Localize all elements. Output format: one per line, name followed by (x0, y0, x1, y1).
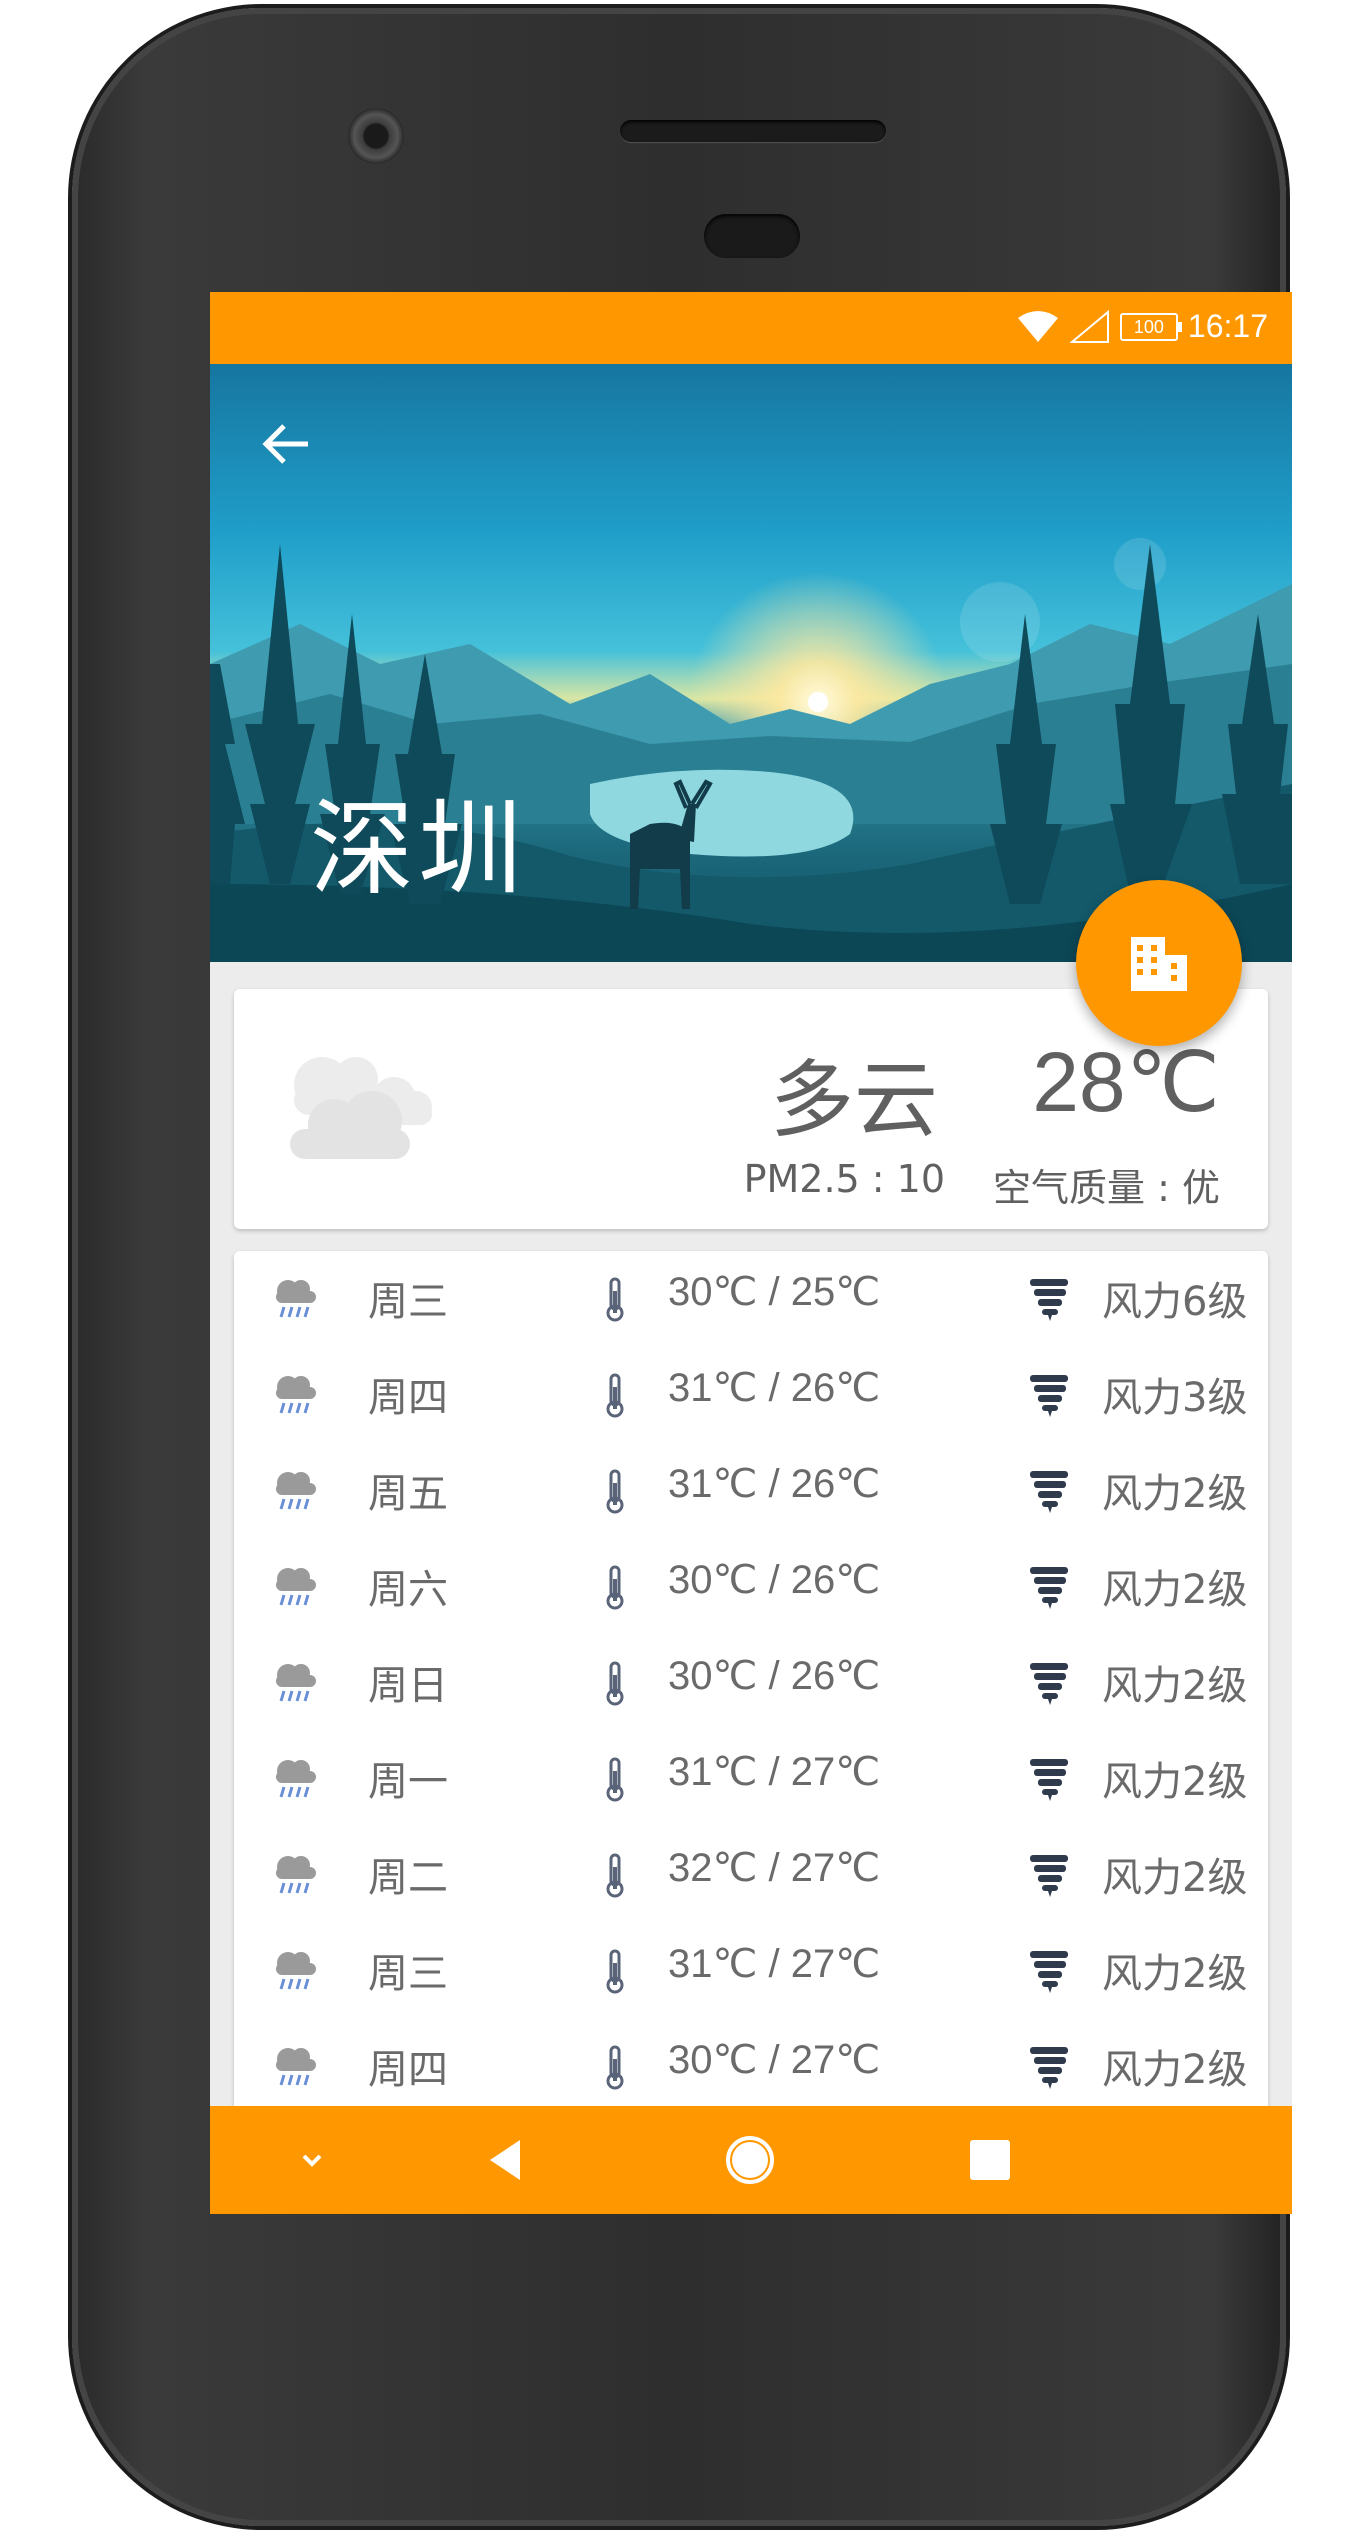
forecast-temp-range: 31℃ / 27℃ (668, 1750, 881, 1794)
thermometer-icon (600, 2043, 630, 2103)
tornado-icon (1024, 1945, 1074, 2005)
forecast-temp-range: 30℃ / 25℃ (668, 1270, 881, 1314)
forecast-wind: 风力2级 (1102, 1855, 1248, 1901)
forecast-wind: 风力2级 (1102, 2047, 1248, 2093)
proximity-sensor (704, 214, 800, 258)
navigation-bar (210, 2106, 1292, 2214)
forecast-day: 周五 (368, 1471, 448, 1517)
thermometer-icon (600, 1275, 630, 1335)
thermometer-icon (600, 1659, 630, 1719)
forecast-row: 周四 30℃ / 27℃ 风力2级 (234, 2019, 1268, 2115)
forecast-row: 周二 32℃ / 27℃ 风力2级 (234, 1827, 1268, 1923)
forecast-row: 周日 30℃ / 26℃ 风力2级 (234, 1635, 1268, 1731)
pm25-value: PM2.5 : 10 (743, 1157, 946, 1201)
recents-square-icon[interactable] (960, 2130, 1020, 2190)
forecast-day: 周二 (368, 1855, 448, 1901)
current-temperature: 28℃ (1032, 1035, 1220, 1129)
rain-cloud-icon (270, 1657, 320, 1717)
thermometer-icon (600, 1851, 630, 1911)
forecast-row: 周四 31℃ / 26℃ 风力3级 (234, 1347, 1268, 1443)
status-icons: 100 16:17 (1016, 308, 1268, 345)
earpiece-speaker (620, 120, 886, 142)
forecast-row: 周三 31℃ / 27℃ 风力2级 (234, 1923, 1268, 2019)
thermometer-icon (600, 1755, 630, 1815)
rain-cloud-icon (270, 1753, 320, 1813)
forecast-day: 周六 (368, 1567, 448, 1613)
forecast-row: 周六 30℃ / 26℃ 风力2级 (234, 1539, 1268, 1635)
thermometer-icon (600, 1947, 630, 2007)
forecast-list[interactable]: 周三 30℃ / 25℃ 风力6级周四 31℃ / 26℃ 风力3级周五 31℃ / 26… (234, 1251, 1268, 2214)
forecast-row: 周五 31℃ / 26℃ 风力2级 (234, 1443, 1268, 1539)
thermometer-icon (600, 1467, 630, 1527)
air-quality-row: PM2.5 : 10 空气质量 : 优 (744, 1157, 1220, 1212)
forecast-temp-range: 30℃ / 27℃ (668, 2038, 881, 2082)
rain-cloud-icon (270, 1369, 320, 1429)
select-city-button[interactable] (1076, 880, 1242, 1046)
rain-cloud-icon (270, 2041, 320, 2101)
tornado-icon (1024, 1657, 1074, 1717)
forecast-day: 周日 (368, 1663, 448, 1709)
forecast-wind: 风力2级 (1102, 1567, 1248, 1613)
tornado-icon (1024, 1369, 1074, 1429)
forecast-temp-range: 30℃ / 26℃ (668, 1654, 881, 1698)
forecast-day: 周一 (368, 1759, 448, 1805)
signal-icon (1069, 309, 1109, 343)
wifi-icon (1017, 310, 1058, 342)
forecast-temp-range: 31℃ / 26℃ (668, 1462, 881, 1506)
weather-condition: 多云 (769, 1051, 938, 1149)
hero-landscape-image: 深圳 (210, 364, 1292, 962)
tornado-icon (1024, 2041, 1074, 2101)
forecast-day: 周四 (368, 1375, 448, 1421)
back-arrow-icon[interactable] (258, 416, 322, 480)
rain-cloud-icon (270, 1273, 320, 1333)
phone-frame: 100 16:17 深圳 多云 28℃ PM2.5: 10 空气质量: 优 … (72, 8, 1292, 2526)
building-icon (1131, 937, 1187, 991)
tornado-icon (1024, 1753, 1074, 1813)
forecast-wind: 风力2级 (1102, 1951, 1248, 1997)
rain-cloud-icon (270, 1561, 320, 1621)
forecast-wind: 风力3级 (1102, 1375, 1248, 1421)
forecast-temp-range: 32℃ / 27℃ (668, 1846, 881, 1890)
forecast-wind: 风力2级 (1102, 1471, 1248, 1517)
cloudy-icon (290, 1057, 432, 1159)
forecast-temp-range: 31℃ / 26℃ (668, 1366, 881, 1410)
battery-icon: 100 (1119, 312, 1182, 341)
forecast-day: 周三 (368, 1279, 448, 1325)
status-time: 16:17 (1187, 308, 1268, 344)
tornado-icon (1024, 1465, 1074, 1525)
forecast-wind: 风力6级 (1102, 1279, 1248, 1325)
status-bar: 100 16:17 (210, 292, 1292, 364)
tornado-icon (1024, 1561, 1074, 1621)
city-name: 深圳 (310, 788, 527, 910)
forecast-row: 周三 30℃ / 25℃ 风力6级 (234, 1251, 1268, 1347)
thermometer-icon (600, 1371, 630, 1431)
forecast-wind: 风力2级 (1102, 1663, 1248, 1709)
air-quality-value: 空气质量 : 优 (993, 1166, 1220, 1210)
rain-cloud-icon (270, 1849, 320, 1909)
forecast-row: 周一 31℃ / 27℃ 风力2级 (234, 1731, 1268, 1827)
rain-cloud-icon (270, 1465, 320, 1525)
chevron-down-icon[interactable] (282, 2130, 342, 2190)
arrow-back-icon (262, 424, 308, 464)
back-triangle-icon[interactable] (478, 2130, 538, 2190)
forecast-temp-range: 31℃ / 27℃ (668, 1942, 881, 1986)
tornado-icon (1024, 1273, 1074, 1333)
forecast-day: 周四 (368, 2047, 448, 2093)
forecast-day: 周三 (368, 1951, 448, 1997)
screen: 100 16:17 深圳 多云 28℃ PM2.5: 10 空气质量: 优 … (210, 292, 1292, 2214)
thermometer-icon (600, 1563, 630, 1623)
forecast-wind: 风力2级 (1102, 1759, 1248, 1805)
forecast-temp-range: 30℃ / 26℃ (668, 1558, 881, 1602)
front-camera (348, 108, 404, 164)
tornado-icon (1024, 1849, 1074, 1909)
rain-cloud-icon (270, 1945, 320, 2005)
home-circle-icon[interactable] (720, 2130, 780, 2190)
